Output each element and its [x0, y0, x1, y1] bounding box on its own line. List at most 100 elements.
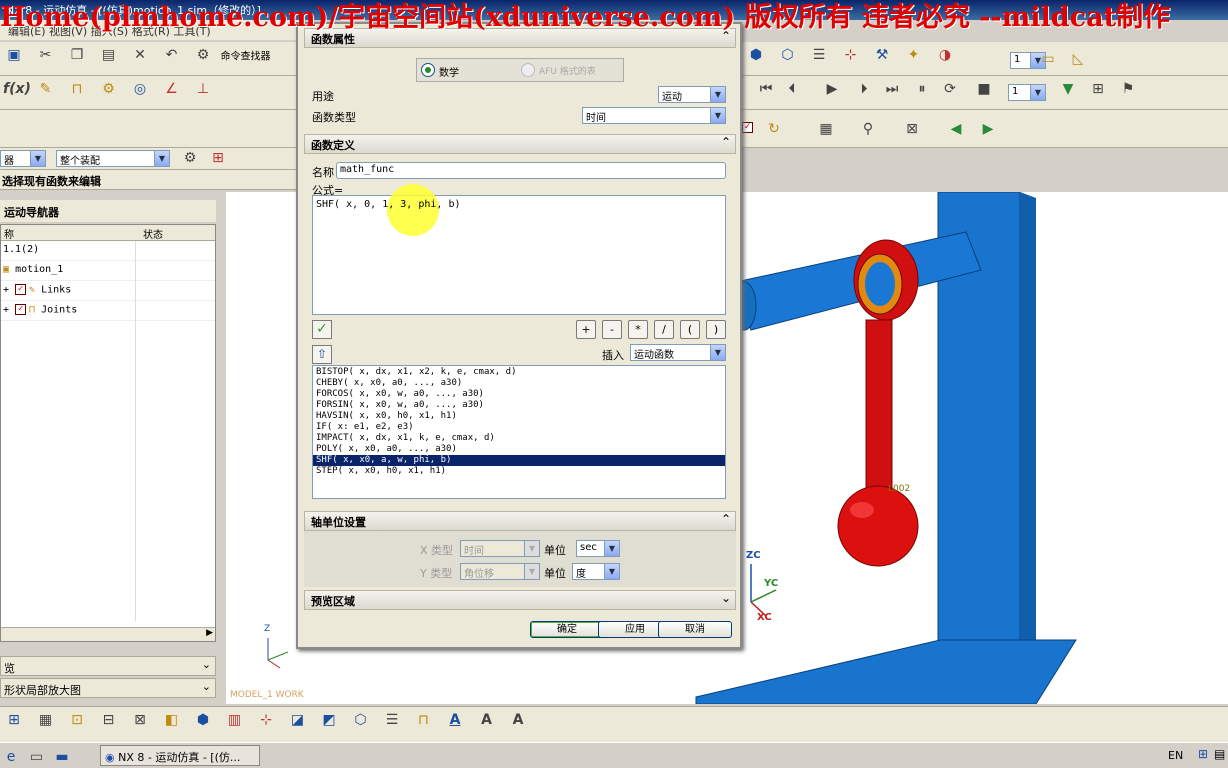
op-divide-button[interactable]: / [654, 320, 674, 339]
assembly-icon[interactable]: ⊞ [3, 709, 25, 731]
y-unit-select[interactable]: 度 ▼ [572, 563, 620, 580]
function-list-item[interactable]: BISTOP( x, dx, x1, x2, k, e, cmax, d) [313, 367, 725, 378]
y-type-select[interactable]: 角位移 ▼ [460, 563, 540, 580]
undo-icon[interactable]: ↶ [161, 44, 183, 66]
link-icon[interactable]: ✎ [35, 78, 57, 100]
extrude-icon[interactable]: ◧ [161, 709, 183, 731]
op-plus-button[interactable]: + [576, 320, 596, 339]
stop-icon[interactable]: ■ [973, 78, 995, 100]
joint-icon[interactable]: ⊓ [66, 78, 88, 100]
play-icon[interactable]: ▶ [821, 78, 843, 100]
function-list-item[interactable]: IMPACT( x, dx, x1, k, e, cmax, d) [313, 433, 725, 444]
component-icon[interactable]: ▦ [35, 709, 57, 731]
taskbar-nx-button[interactable]: ◉ NX 8 - 运动仿真 - [(仿... [100, 745, 260, 766]
wizard-icon[interactable]: ✦ [903, 44, 925, 66]
surface-icon[interactable]: ◪ [287, 709, 309, 731]
pattern-icon[interactable]: ⊟ [98, 709, 120, 731]
trace-icon[interactable]: ⊞ [1087, 78, 1109, 100]
tree-node-motion[interactable]: ▣ motion_1 [1, 261, 215, 281]
rewind-start-icon[interactable]: ⏮ [755, 78, 777, 100]
col-name[interactable]: 称 [4, 230, 14, 241]
panel-zoom[interactable]: 形状局部放大图 ⌄ [0, 678, 216, 698]
ie-icon[interactable]: e [2, 746, 20, 765]
section-axis-units[interactable]: 轴单位设置 ⌃ [304, 511, 736, 531]
pause-icon[interactable]: ⏸ [911, 78, 933, 100]
save-icon[interactable]: ▣ [3, 44, 25, 66]
accept-formula-button[interactable]: ✓ [312, 320, 332, 339]
insert-up-button[interactable]: ⇧ [312, 345, 332, 364]
part-icon[interactable]: ⬢ [745, 44, 767, 66]
cut-icon[interactable]: ✂ [35, 44, 57, 66]
tray-icon[interactable]: ⊞ [1198, 747, 1208, 761]
annotation-icon[interactable]: A [507, 709, 529, 731]
spring-icon[interactable]: ◎ [129, 78, 151, 100]
function-list[interactable]: BISTOP( x, dx, x1, x2, k, e, cmax, d) CHE… [312, 365, 726, 499]
purpose-select[interactable]: 运动 ▼ [658, 86, 726, 103]
wcs-icon[interactable]: ⊹ [840, 44, 862, 66]
function-list-item[interactable]: STEP( x, x0, h0, x1, h1) [313, 466, 725, 477]
op-minus-button[interactable]: - [602, 320, 622, 339]
refresh-icon[interactable]: ↻ [763, 118, 785, 140]
col-status[interactable]: 状态 [143, 226, 163, 241]
tray-network-icon[interactable]: ▤ [1214, 747, 1225, 761]
blend-icon[interactable]: ◩ [318, 709, 340, 731]
function-list-item[interactable]: IF( x: e1, e2, e3) [313, 422, 725, 433]
op-close-paren-button[interactable]: ) [706, 320, 726, 339]
view-icon[interactable]: ◑ [934, 44, 956, 66]
cancel-button[interactable]: 取消 [658, 621, 732, 638]
mirror-icon[interactable]: ⊠ [129, 709, 151, 731]
checkbox-icon[interactable]: ✓ [742, 122, 753, 133]
cube-icon[interactable]: ⬢ [192, 709, 214, 731]
radio-afu[interactable] [521, 63, 535, 77]
forward-end-icon[interactable]: ⏭ [881, 78, 903, 100]
section-preview[interactable]: 预览区域 ⌄ [304, 590, 736, 610]
function-list-item[interactable]: POLY( x, x0, a0, ..., a30) [313, 444, 725, 455]
shell-icon[interactable]: ⬡ [350, 709, 372, 731]
tool-icon[interactable]: ⚒ [871, 44, 893, 66]
horizontal-scrollbar[interactable]: ▶ [1, 627, 215, 641]
function-list-item[interactable]: CHEBY( x, x0, a0, ..., a30) [313, 378, 725, 389]
triangle-down-icon[interactable]: ▼ [1057, 78, 1079, 100]
playback-step-combo[interactable]: 1 ▼ [1008, 84, 1046, 101]
constraint-icon[interactable]: ⊡ [66, 709, 88, 731]
op-open-paren-button[interactable]: ( [680, 320, 700, 339]
selection-filter-combo[interactable]: 器 ▼ [0, 150, 46, 167]
paste-icon[interactable]: ▤ [98, 44, 120, 66]
delete-icon[interactable]: ✕ [129, 44, 151, 66]
x-type-select[interactable]: 时间 ▼ [460, 540, 540, 557]
function-list-item[interactable]: HAVSIN( x, x0, h0, x1, h1) [313, 411, 725, 422]
function-list-item[interactable]: FORCOS( x, x0, w, a0, ..., a30) [313, 389, 725, 400]
datum-icon[interactable]: ⊹ [255, 709, 277, 731]
menu-bar[interactable]: 编辑(E) 视图(V) 插入(S) 格式(R) 工具(T) [0, 20, 300, 40]
graph-icon[interactable]: ⊠ [901, 118, 923, 140]
formula-textarea[interactable]: SHF( x, 0, 1, 3, phi, b) [312, 184, 726, 315]
snap-icon[interactable]: ⊞ [207, 147, 229, 169]
op-multiply-button[interactable]: * [628, 320, 648, 339]
insert-select[interactable]: 运动函数 ▼ [630, 344, 726, 361]
language-indicator[interactable]: EN [1168, 749, 1183, 762]
sensor-icon[interactable]: ⚲ [857, 118, 879, 140]
monitor-icon[interactable]: ▬ [53, 746, 71, 765]
panel-overview[interactable]: 览 ⌄ [0, 656, 216, 676]
copy-icon[interactable]: ❐ [66, 44, 88, 66]
function-type-select[interactable]: 时间 ▼ [582, 107, 726, 124]
section-function-properties[interactable]: 函数属性 ⌃ [304, 28, 736, 48]
layers-icon[interactable]: ☰ [381, 709, 403, 731]
arrow-right-icon[interactable]: ▶ [977, 118, 999, 140]
sketch-icon[interactable]: ▥ [224, 709, 246, 731]
csys-icon[interactable]: ⊥ [192, 78, 214, 100]
assembly-scope-combo[interactable]: 整个装配 ▼ [56, 150, 170, 167]
tree-node-sim[interactable]: 1.1(2) [1, 241, 215, 261]
gear-icon[interactable]: ⚙ [98, 78, 120, 100]
function-list-item[interactable]: SHF( x, x0, a, w, phi, b) [313, 455, 725, 466]
find-text-icon[interactable]: A [476, 709, 498, 731]
section-function-definition[interactable]: 函数定义 ⌃ [304, 134, 736, 154]
function-icon[interactable]: f(x) [3, 78, 31, 100]
measure-distance-icon[interactable]: ⊓ [413, 709, 435, 731]
loop-icon[interactable]: ⟳ [939, 78, 961, 100]
function-list-item[interactable]: FORSIN( x, x0, w, a0, ..., a30) [313, 400, 725, 411]
finish-flag-icon[interactable]: ⚑ [1117, 78, 1139, 100]
name-input[interactable]: math_func [336, 162, 726, 179]
command-finder-icon[interactable]: ⚙ [192, 44, 214, 66]
tree-node-joints[interactable]: + ✓ ⊓ Joints [1, 301, 215, 321]
